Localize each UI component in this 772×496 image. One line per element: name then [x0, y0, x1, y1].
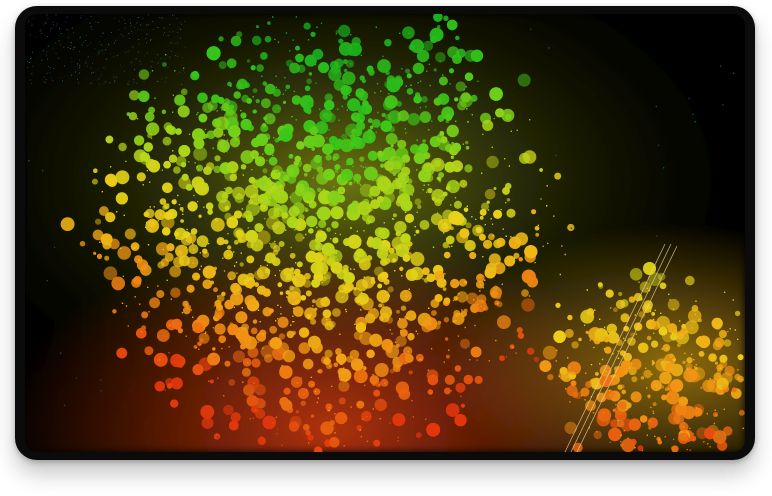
lidar-point-cloud-image [25, 14, 745, 452]
stage [0, 0, 772, 496]
screen [25, 14, 745, 452]
device-frame [15, 6, 755, 460]
